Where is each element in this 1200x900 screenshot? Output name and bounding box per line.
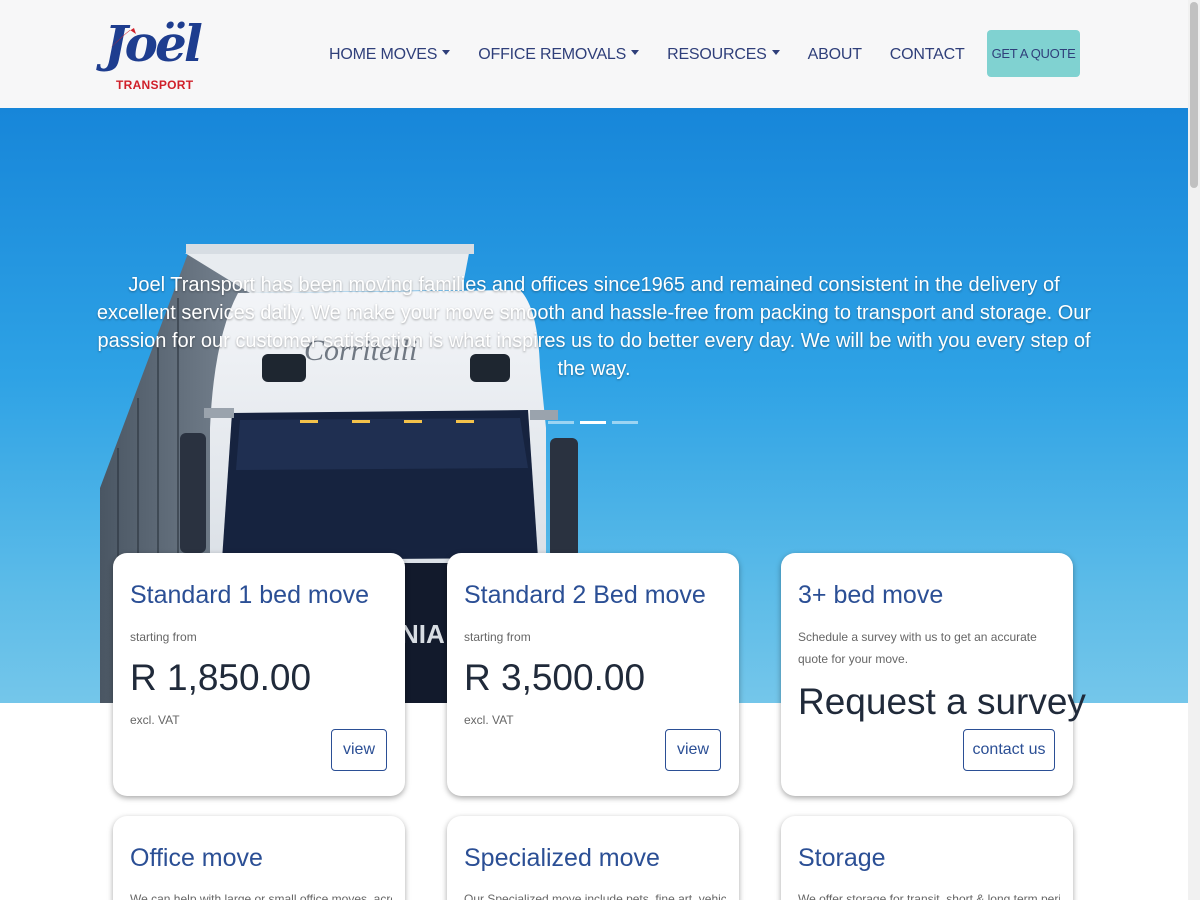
card-standard-2-bed: Standard 2 Bed move starting from R 3,50… xyxy=(447,553,739,796)
card-vat-note: excl. VAT xyxy=(464,713,514,727)
carousel-indicator-active[interactable] xyxy=(580,421,606,424)
main-navigation: HOME MOVES OFFICE REMOVALS RESOURCES ABO… xyxy=(329,44,993,66)
card-starting-from: starting from xyxy=(130,630,197,644)
card-storage: Storage We offer storage for transit, sh… xyxy=(781,816,1073,900)
nav-about-label: ABOUT xyxy=(807,46,862,63)
card-title: Standard 2 Bed move xyxy=(464,581,706,609)
card-description: Our Specialized move include pets, fine … xyxy=(464,892,726,900)
card-title: 3+ bed move xyxy=(798,581,944,609)
carousel-indicators xyxy=(548,421,644,424)
view-button[interactable]: view xyxy=(331,729,387,771)
card-description: Schedule a survey with us to get an accu… xyxy=(798,630,1037,666)
logo-swoosh-icon xyxy=(110,28,136,48)
nav-home-moves[interactable]: HOME MOVES xyxy=(329,46,451,64)
view-button[interactable]: view xyxy=(665,729,721,771)
card-standard-1-bed: Standard 1 bed move starting from R 1,85… xyxy=(113,553,405,796)
page-scrollbar[interactable] xyxy=(1188,0,1200,900)
nav-office-removals[interactable]: OFFICE REMOVALS xyxy=(478,46,640,64)
site-header: Joël TRANSPORT HOME MOVES OFFICE REMOVAL… xyxy=(0,0,1200,108)
nav-resources-label: RESOURCES xyxy=(667,46,767,63)
card-starting-from: starting from xyxy=(464,630,531,644)
card-office-move: Office move We can help with large or sm… xyxy=(113,816,405,900)
nav-home-moves-label: HOME MOVES xyxy=(329,46,438,63)
card-description: We offer storage for transit, short & lo… xyxy=(798,892,1060,900)
nav-about[interactable]: ABOUT xyxy=(808,46,862,64)
nav-office-removals-label: OFFICE REMOVALS xyxy=(478,46,627,63)
nav-contact-label: CONTACT xyxy=(889,46,965,63)
card-3-plus-bed: 3+ bed move Schedule a survey with us to… xyxy=(781,553,1086,796)
request-survey-headline: Request a survey xyxy=(798,681,1086,722)
card-title: Storage xyxy=(798,844,886,872)
card-title: Specialized move xyxy=(464,844,660,872)
card-vat-note: excl. VAT xyxy=(130,713,180,727)
truck-grille-text: NIA xyxy=(400,619,445,649)
caret-down-icon xyxy=(771,49,780,55)
card-price: R 1,850.00 xyxy=(130,657,312,698)
contact-us-button[interactable]: contact us xyxy=(963,729,1055,771)
joel-transport-logo[interactable]: Joël TRANSPORT xyxy=(104,14,203,98)
nav-contact[interactable]: CONTACT xyxy=(890,46,965,64)
hero-intro-text: Joel Transport has been moving families … xyxy=(96,274,1092,380)
caret-down-icon xyxy=(631,49,640,55)
carousel-indicator[interactable] xyxy=(548,421,574,424)
card-title: Office move xyxy=(130,844,263,872)
logo-subtitle: TRANSPORT xyxy=(116,78,194,92)
card-title: Standard 1 bed move xyxy=(130,581,370,609)
nav-resources[interactable]: RESOURCES xyxy=(667,46,780,64)
card-price: R 3,500.00 xyxy=(464,657,646,698)
caret-down-icon xyxy=(442,49,451,55)
carousel-indicator[interactable] xyxy=(612,421,638,424)
get-a-quote-button[interactable]: GET A QUOTE xyxy=(987,30,1080,77)
card-description: We can help with large or small office m… xyxy=(130,892,392,900)
scrollbar-thumb[interactable] xyxy=(1190,2,1198,188)
card-specialized-move: Specialized move Our Specialized move in… xyxy=(447,816,739,900)
